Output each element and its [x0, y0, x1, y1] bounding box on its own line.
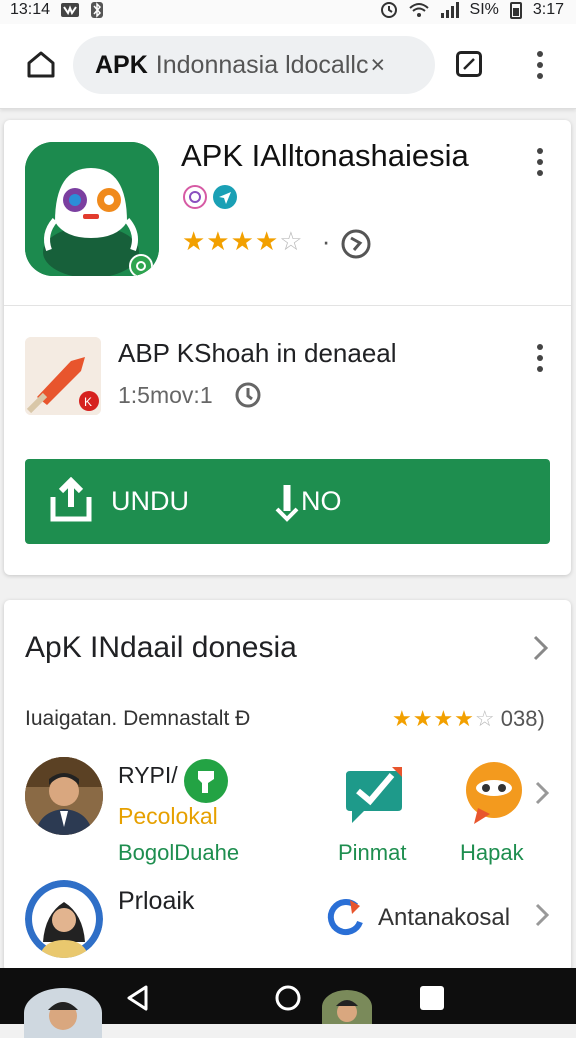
download-button[interactable]: UNDU NO [25, 459, 550, 544]
status-time-left: 13:14 [10, 1, 51, 18]
url-text-bold: APK [95, 50, 148, 79]
section-rating: ★★★★☆ 038) [392, 706, 545, 732]
developer-badge-icon [183, 185, 207, 209]
green-badge-icon [184, 759, 228, 803]
status-bar: 13:14 SI% 3:17 [0, 0, 576, 24]
app-title: APK IAlltonashaiesia [181, 138, 469, 173]
battery-text: SI% [469, 1, 499, 18]
section-subtitle: Iuaigatan. Demnastalt Ð [25, 707, 251, 730]
download-left-label: UNDU [111, 486, 189, 516]
app-icon[interactable] [25, 142, 159, 276]
app-menu-icon[interactable] [537, 148, 543, 181]
share-badge-icon [213, 185, 237, 209]
chat-bubble-icon [466, 762, 522, 824]
chevron-right-icon[interactable] [534, 780, 550, 806]
section-rating-half-star: ★ [454, 706, 475, 731]
signal-icon [440, 2, 459, 18]
tab-switcher-button[interactable] [456, 51, 482, 77]
person-avatar-icon [24, 988, 102, 1038]
related-app-icon[interactable]: K [25, 337, 101, 415]
app-tile-hapak[interactable] [464, 762, 524, 826]
notification-icon [61, 3, 80, 17]
download-icon [50, 477, 92, 522]
related-app-title[interactable]: ABP KShoah in denaeal [118, 338, 397, 369]
section-rating-stars: ★★★ [392, 706, 455, 731]
person-role: Pecolokal [118, 803, 218, 829]
rating-empty-star: ☆ [279, 226, 303, 256]
app-label-hapak: Hapak [460, 840, 524, 865]
rating-half-star: ★ [254, 226, 280, 256]
related-app-menu-icon[interactable] [537, 344, 543, 377]
home-icon[interactable] [26, 50, 56, 78]
person-avatar-icon [322, 990, 372, 1024]
person-avatar-icon [25, 757, 103, 835]
svg-text:K: K [84, 395, 92, 409]
avatar[interactable] [25, 880, 103, 958]
wifi-icon [408, 3, 429, 17]
status-time-right: 3:17 [532, 1, 564, 18]
avatar-peek [322, 990, 372, 1024]
recents-icon[interactable] [420, 986, 444, 1010]
battery-icon [509, 2, 522, 19]
status-left: 13:14 [10, 0, 104, 20]
browser-menu-icon[interactable] [537, 51, 543, 84]
status-right: SI% 3:17 [380, 0, 564, 20]
check-chat-icon [346, 767, 402, 823]
person-tag: BogolDuahe [118, 840, 240, 865]
bluetooth-icon [91, 2, 104, 18]
rating-separator: · [321, 226, 331, 256]
app-label-antanakosal[interactable]: Antanakosal [378, 904, 510, 932]
system-nav-bar [0, 968, 576, 1038]
app-rating: ★★★★☆ · [182, 226, 338, 257]
person-name[interactable]: Prloaik [118, 887, 194, 916]
clock-icon [235, 382, 261, 408]
related-app-subtitle: 1:5mov:1 [118, 382, 213, 408]
alarm-icon [380, 2, 397, 18]
chevron-right-icon[interactable] [532, 634, 550, 662]
card-divider [4, 305, 571, 306]
install-icon [275, 485, 299, 522]
app-tile-pinmat[interactable] [342, 763, 406, 827]
download-right-label: NO [301, 486, 342, 516]
section-rating-empty-star: ☆ [474, 706, 495, 731]
home-nav-icon[interactable] [274, 984, 302, 1012]
person-avatar-icon [25, 880, 103, 958]
section-title[interactable]: ApK INdaail donesia [25, 631, 297, 665]
verified-badge-icon [129, 254, 153, 276]
sync-icon[interactable] [324, 896, 366, 938]
rating-stars: ★★★ [182, 226, 255, 256]
url-text: Indonnasia ldocallc [155, 50, 369, 79]
section-rating-value: 038) [500, 706, 545, 731]
url-bar[interactable]: APK Indonnasia ldocallc × [73, 36, 435, 94]
clear-url-icon[interactable]: × [370, 51, 385, 80]
tabs-icon [463, 58, 475, 70]
age-rating-icon [341, 229, 371, 259]
back-icon[interactable] [124, 984, 150, 1012]
browser-toolbar: APK Indonnasia ldocallc × [0, 24, 576, 109]
app-label-pinmat: Pinmat [338, 840, 407, 865]
chevron-right-icon[interactable] [534, 902, 550, 928]
rocket-icon: K [25, 337, 101, 415]
person-name[interactable]: RYPI/ [118, 762, 178, 789]
avatar[interactable] [25, 757, 103, 835]
avatar-peek [24, 988, 102, 1038]
